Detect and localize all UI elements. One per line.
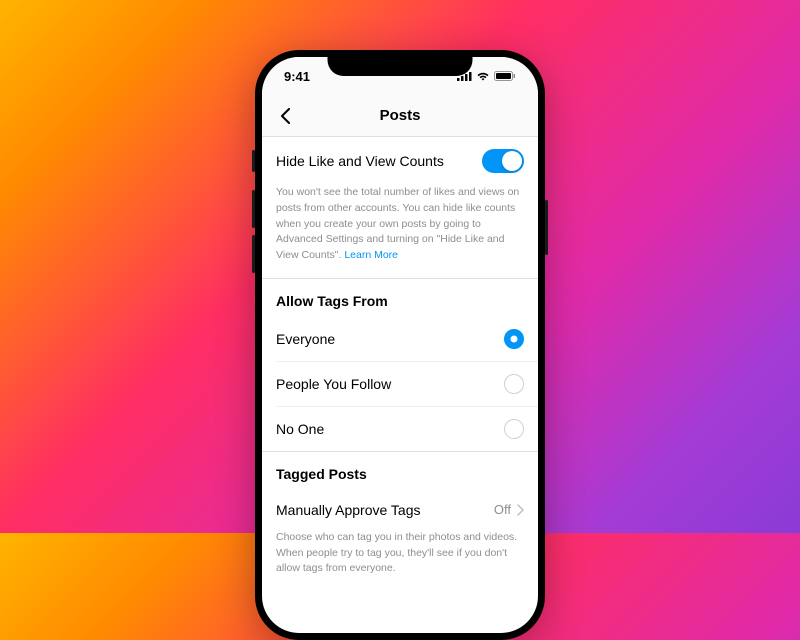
chevron-right-icon: [517, 504, 524, 516]
side-button: [252, 150, 255, 172]
manually-approve-row[interactable]: Manually Approve Tags Off: [262, 490, 538, 530]
side-button: [252, 190, 255, 228]
phone-frame: 9:41: [255, 50, 545, 640]
row-value-group: Off: [494, 502, 524, 517]
hide-counts-label: Hide Like and View Counts: [276, 153, 444, 169]
learn-more-link[interactable]: Learn More: [344, 249, 398, 261]
hide-counts-description: You won't see the total number of likes …: [262, 185, 538, 278]
chevron-left-icon: [281, 108, 291, 124]
tag-option-people-you-follow[interactable]: People You Follow: [262, 362, 538, 406]
hide-counts-toggle[interactable]: [482, 149, 524, 173]
wifi-icon: [476, 71, 490, 81]
back-button[interactable]: [274, 104, 298, 128]
tag-option-no-one[interactable]: No One: [262, 407, 538, 451]
manually-approve-label: Manually Approve Tags: [276, 502, 421, 518]
manually-approve-value: Off: [494, 502, 511, 517]
option-label: Everyone: [276, 331, 335, 347]
tagged-posts-description: Choose who can tag you in their photos a…: [262, 530, 538, 591]
side-button: [545, 200, 548, 255]
phone-screen: 9:41: [262, 57, 538, 633]
status-time: 9:41: [284, 69, 310, 84]
status-bar: 9:41: [262, 57, 538, 95]
radio-selected[interactable]: [504, 329, 524, 349]
page-title: Posts: [380, 107, 421, 124]
side-button: [252, 235, 255, 273]
radio-unselected[interactable]: [504, 419, 524, 439]
battery-icon: [494, 71, 516, 81]
tagged-posts-title: Tagged Posts: [262, 452, 538, 490]
tag-option-everyone[interactable]: Everyone: [262, 317, 538, 361]
radio-unselected[interactable]: [504, 374, 524, 394]
status-indicators: [457, 71, 516, 81]
nav-header: Posts: [262, 95, 538, 137]
settings-content: Hide Like and View Counts You won't see …: [262, 137, 538, 591]
hide-counts-row: Hide Like and View Counts: [262, 137, 538, 185]
option-label: People You Follow: [276, 376, 391, 392]
option-label: No One: [276, 421, 324, 437]
signal-icon: [457, 71, 472, 81]
allow-tags-title: Allow Tags From: [262, 279, 538, 317]
